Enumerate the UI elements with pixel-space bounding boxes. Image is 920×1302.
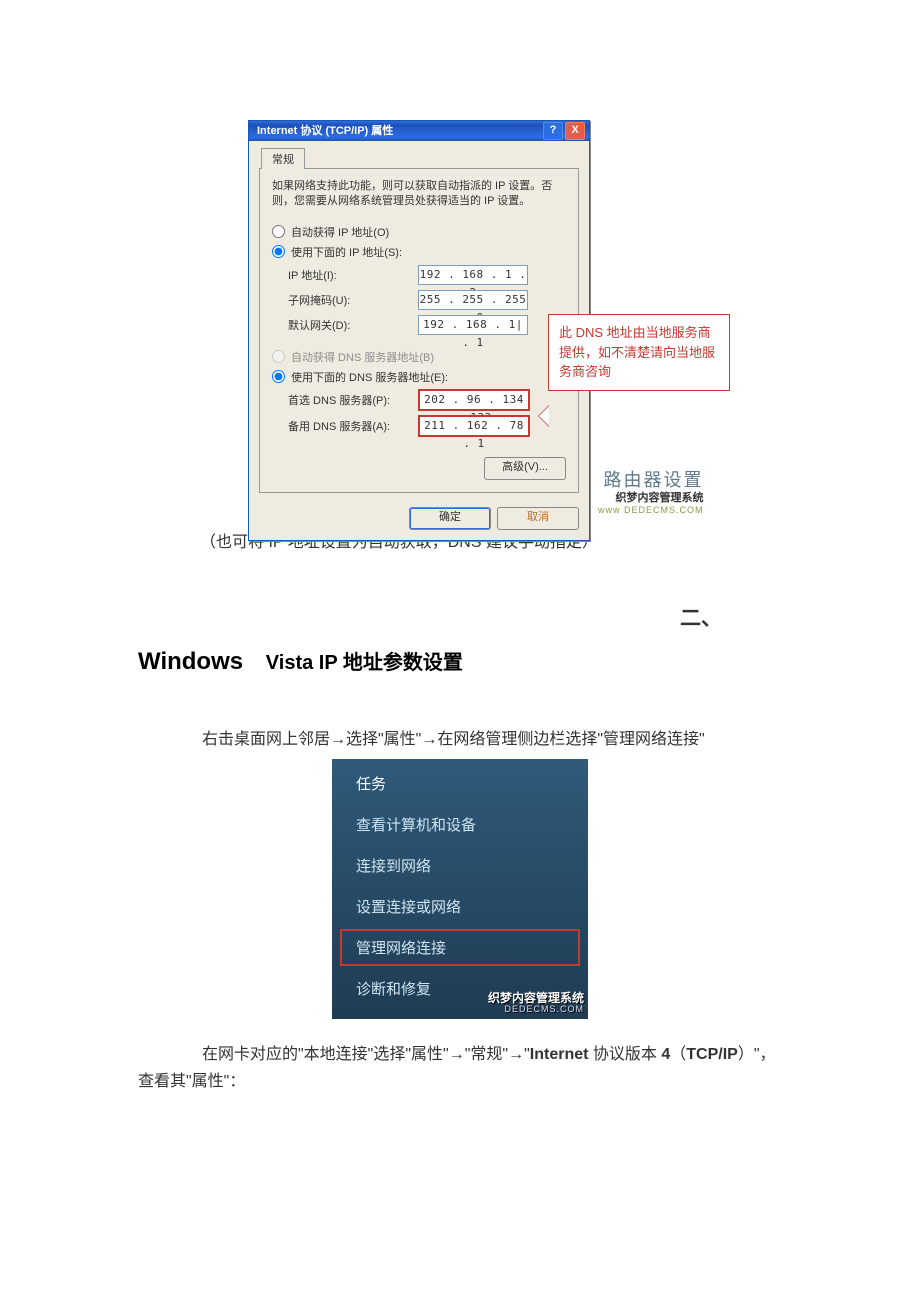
dns-callout: 此 DNS 地址由当地服务商提供，如不清楚请向当地服务商咨询 [548, 314, 730, 391]
vista-watermark: 织梦内容管理系统 DEDECMS.COM [488, 992, 584, 1015]
watermark-big: 路由器设置 [598, 470, 704, 492]
vista-sidebar-title: 任务 [332, 769, 588, 804]
vista-sidebar-item[interactable]: 查看计算机和设备 [332, 804, 588, 845]
label-gateway: 默认网关(D): [288, 317, 418, 333]
para-vista-2: 在网卡对应的"本地连接"选择"属性"→"常规"→"Internet 协议版本 4… [138, 1041, 782, 1095]
help-button[interactable]: ? [543, 122, 563, 140]
input-dns1[interactable]: 202 . 96 . 134 . 133 [418, 389, 530, 411]
input-mask[interactable]: 255 . 255 . 255 . 0 [418, 290, 528, 310]
para2-c: （ [670, 1046, 686, 1063]
heading-sub: Vista IP 地址参数设置 [266, 652, 463, 674]
ok-button[interactable]: 确定 [409, 507, 491, 530]
radio-manual-dns-label: 使用下面的 DNS 服务器地址(E): [291, 369, 448, 385]
para2-b1: Internet [530, 1046, 589, 1063]
input-ip[interactable]: 192 . 168 . 1 . 2 [418, 265, 528, 285]
para2-a: 在网卡对应的"本地连接"选择"属性"→"常规"→" [202, 1046, 530, 1063]
vista-sidebar-item[interactable]: 管理网络连接 [340, 929, 580, 966]
vista-sidebar-item[interactable]: 设置连接或网络 [332, 886, 588, 927]
input-dns2[interactable]: 211 . 162 . 78 . 1 [418, 415, 530, 437]
xp-description: 如果网络支持此功能，则可以获取自动指派的 IP 设置。否则，您需要从网络系统管理… [272, 179, 566, 210]
radio-auto-dns-input [272, 350, 285, 363]
radio-auto-ip-label: 自动获得 IP 地址(O) [291, 224, 389, 240]
radio-auto-dns-label: 自动获得 DNS 服务器地址(B) [291, 349, 434, 365]
vista-watermark-2: DEDECMS.COM [488, 1005, 584, 1015]
label-dns1: 首选 DNS 服务器(P): [288, 392, 418, 408]
heading-main: Windows [138, 648, 243, 675]
radio-manual-ip[interactable]: 使用下面的 IP 地址(S): [272, 244, 566, 260]
heading-vista: Windows Vista IP 地址参数设置 [138, 646, 782, 676]
para-vista-1: 右击桌面网上邻居→选择"属性"→在网络管理侧边栏选择"管理网络连接" [138, 726, 782, 753]
advanced-button[interactable]: 高级(V)... [484, 457, 566, 480]
cancel-button[interactable]: 取消 [497, 507, 579, 530]
xp-dialog-window: Internet 协议 (TCP/IP) 属性 ? X 常规 如果网络支持此功能… [248, 120, 590, 541]
xp-tcpip-screenshot: Internet 协议 (TCP/IP) 属性 ? X 常规 如果网络支持此功能… [248, 120, 782, 500]
radio-auto-dns: 自动获得 DNS 服务器地址(B) [272, 349, 566, 365]
section-two-marker: 二、 [138, 602, 782, 632]
xp-title-text: Internet 协议 (TCP/IP) 属性 [257, 121, 393, 141]
radio-auto-ip[interactable]: 自动获得 IP 地址(O) [272, 224, 566, 240]
vista-tasks-sidebar: 任务 查看计算机和设备连接到网络设置连接或网络管理网络连接诊断和修复 织梦内容管… [332, 759, 588, 1019]
tab-general[interactable]: 常规 [261, 148, 305, 169]
para2-b: 协议版本 [588, 1046, 661, 1063]
label-dns2: 备用 DNS 服务器(A): [288, 418, 418, 434]
input-gateway[interactable]: 192 . 168 . 1| . 1 [418, 315, 528, 335]
xp-titlebar: Internet 协议 (TCP/IP) 属性 ? X [249, 121, 589, 141]
close-button[interactable]: X [565, 122, 585, 140]
vista-sidebar-item[interactable]: 连接到网络 [332, 845, 588, 886]
watermark-url: www DEDECMS.COM [598, 505, 704, 516]
para2-b2: 4 [661, 1046, 670, 1063]
label-mask: 子网掩码(U): [288, 292, 418, 308]
radio-manual-ip-input[interactable] [272, 245, 285, 258]
watermark-small: 织梦内容管理系统 [598, 492, 704, 505]
label-ip: IP 地址(I): [288, 267, 418, 283]
radio-manual-dns-input[interactable] [272, 370, 285, 383]
radio-manual-ip-label: 使用下面的 IP 地址(S): [291, 244, 402, 260]
radio-auto-ip-input[interactable] [272, 225, 285, 238]
radio-manual-dns[interactable]: 使用下面的 DNS 服务器地址(E): [272, 369, 566, 385]
watermark: 路由器设置 织梦内容管理系统 www DEDECMS.COM [598, 470, 704, 516]
para2-b3: TCP/IP [686, 1046, 738, 1063]
